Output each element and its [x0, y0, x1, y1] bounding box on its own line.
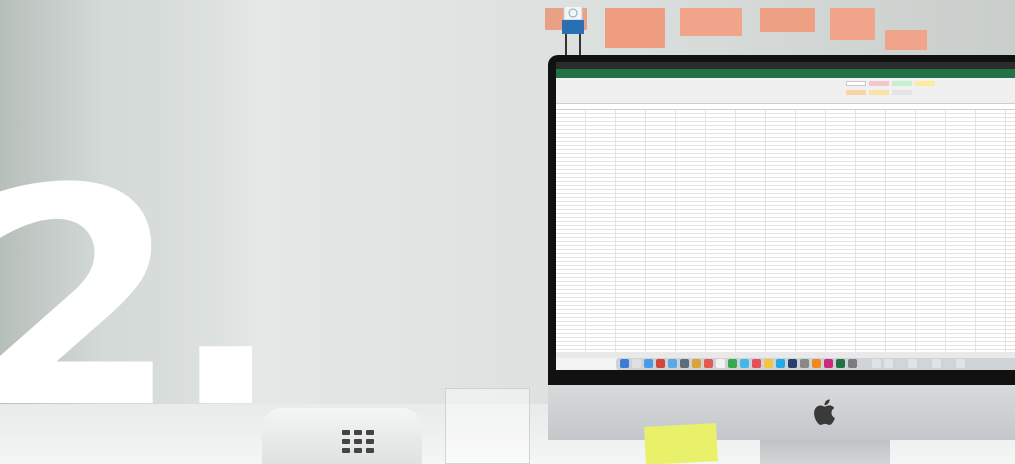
imac-screen [556, 62, 1015, 370]
style-swatch [915, 81, 935, 86]
desk-sticky-note [644, 423, 718, 464]
dock-app-icon [884, 359, 893, 368]
dock-app-icon [728, 359, 737, 368]
dock-app-icon [836, 359, 845, 368]
spreadsheet-grid [556, 110, 1015, 352]
style-swatch [892, 81, 912, 86]
imac-stand [760, 440, 890, 464]
dock-app-icon [800, 359, 809, 368]
dock-app-icon [704, 359, 713, 368]
dock-app-icon [740, 359, 749, 368]
dock-app-icon [632, 359, 641, 368]
dock-app-icon [620, 359, 629, 368]
style-swatch [846, 81, 866, 86]
dock-app-icon [896, 359, 905, 368]
post-it-note [680, 8, 742, 36]
dock-app-icon [932, 359, 941, 368]
phone-key [354, 448, 362, 453]
post-it-note [760, 8, 815, 32]
dock-app-icon [644, 359, 653, 368]
phone-key [342, 439, 350, 444]
post-it-note [830, 8, 875, 40]
dock-app-icon [848, 359, 857, 368]
style-swatch [846, 90, 866, 95]
dock-app-icon [764, 359, 773, 368]
big-number-heading: 2. [0, 125, 283, 464]
phone-key [366, 430, 374, 435]
phone-key [354, 439, 362, 444]
dock-app-icon [716, 359, 725, 368]
dock-app-icon [656, 359, 665, 368]
dock-app-icon [944, 359, 953, 368]
dock-app-icon [956, 359, 965, 368]
style-swatch [869, 81, 889, 86]
spreadsheet-ribbon [556, 78, 1015, 104]
phone-key [366, 439, 374, 444]
dock-app-icon [752, 359, 761, 368]
dock-app-icon [908, 359, 917, 368]
phone-key [354, 430, 362, 435]
dock-app-icon [776, 359, 785, 368]
style-swatch [869, 90, 889, 95]
post-it-note [605, 8, 665, 48]
style-swatch [892, 90, 912, 95]
binder-clip-icon [562, 6, 584, 56]
mac-menubar [556, 62, 1015, 69]
photo-scene: 2. [0, 0, 1015, 464]
phone-key [342, 448, 350, 453]
phone-key [366, 448, 374, 453]
post-it-note [885, 30, 927, 50]
dock-app-icon [872, 359, 881, 368]
dock-app-icon [680, 359, 689, 368]
dock-app-icon [920, 359, 929, 368]
dock-app-icon [692, 359, 701, 368]
mac-dock [616, 358, 1015, 370]
dock-app-icon [812, 359, 821, 368]
phone-key [342, 430, 350, 435]
drinking-glass [445, 388, 530, 464]
dock-app-icon [788, 359, 797, 368]
dock-app-icon [668, 359, 677, 368]
spreadsheet-ribbon-tabs [556, 69, 1015, 78]
imac-chin [548, 385, 1015, 440]
apple-logo-icon [814, 399, 835, 425]
dock-app-icon [824, 359, 833, 368]
